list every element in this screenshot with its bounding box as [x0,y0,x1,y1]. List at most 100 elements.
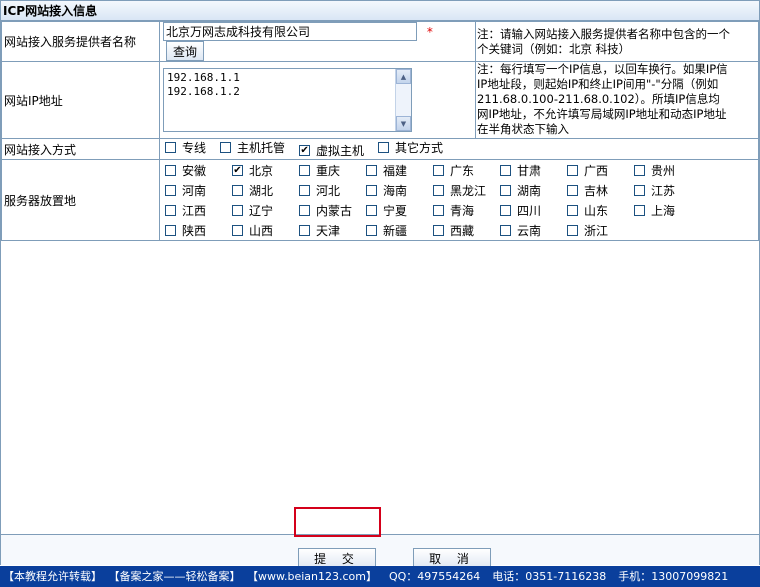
access-method-option[interactable]: ✔ 虚拟主机 [299,142,364,159]
checkbox[interactable] [366,204,377,216]
cancel-button[interactable]: 取 消 [413,548,491,568]
province-option[interactable]: ✔ 北京 [232,162,299,179]
province-option[interactable]: 吉林 [567,182,634,199]
query-button[interactable]: 查询 [166,41,205,61]
province-option[interactable]: 天津 [299,222,366,239]
checkbox-label: 虚拟主机 [316,144,365,158]
checkbox[interactable] [165,224,176,236]
ip-label: 网站IP地址 [1,61,160,139]
province-option[interactable]: 新疆 [366,222,433,239]
checkbox-checked[interactable]: ✔ [299,145,311,156]
checkbox-label: 天津 [316,223,341,238]
icp-form-table: 网站接入服务提供者名称 * 查询 注：请输入网站接入服务提供者名称中包含的一个 … [1,21,759,241]
province-option[interactable]: 青海 [433,202,500,219]
checkbox[interactable] [299,184,310,196]
province-option[interactable]: 内蒙古 [299,202,366,219]
ip-note-line: 211.68.0.100-211.68.0.102）。所填IP信息均 [477,92,720,106]
checkbox-label: 新疆 [383,223,408,238]
province-option[interactable]: 宁夏 [366,202,433,219]
province-option[interactable]: 广东 [433,162,500,179]
ip-note-line: IP地址段，则起始IP和终止IP间用"-"分隔（例如 [477,77,719,91]
province-option[interactable]: 西藏 [433,222,500,239]
province-option[interactable]: 浙江 [567,222,634,239]
province-option[interactable]: 广西 [567,162,634,179]
checkbox[interactable] [500,184,511,196]
province-option[interactable]: 海南 [366,182,433,199]
province-option[interactable]: 辽宁 [232,202,299,219]
checkbox[interactable] [378,142,390,153]
checkbox[interactable] [165,142,176,153]
province-option[interactable]: 湖北 [232,182,299,199]
checkbox[interactable] [567,224,578,236]
checkbox[interactable] [299,204,310,216]
checkbox[interactable] [220,142,232,153]
checkbox[interactable] [433,224,444,236]
checkbox[interactable] [567,184,578,196]
province-option[interactable]: 山西 [232,222,299,239]
checkbox[interactable] [433,204,444,216]
checkbox[interactable] [232,204,243,216]
province-option[interactable]: 江西 [165,202,232,219]
province-option[interactable]: 山东 [567,202,634,219]
footer-item: 手机：13007099821 [618,570,729,583]
access-method-option[interactable]: 专线 [165,139,206,156]
provider-name-input[interactable] [163,22,417,41]
action-bar: 提 交 取 消 [1,534,759,568]
province-option[interactable]: 重庆 [299,162,366,179]
submit-button[interactable]: 提 交 [298,548,376,568]
province-option[interactable]: 福建 [366,162,433,179]
province-option[interactable]: 陕西 [165,222,232,239]
access-method-option[interactable]: 主机托管 [220,139,285,156]
province-option[interactable]: 江苏 [634,182,701,199]
checkbox-label: 湖北 [249,183,274,198]
checkbox-label: 北京 [249,163,274,178]
checkbox-checked[interactable]: ✔ [232,164,243,176]
checkbox[interactable] [567,204,578,216]
ip-address-textarea[interactable] [164,69,394,129]
check-icon: ✔ [300,145,309,156]
checkbox[interactable] [634,184,645,196]
checkbox[interactable] [500,204,511,216]
province-option[interactable]: 贵州 [634,162,701,179]
access-method-option[interactable]: 其它方式 [378,139,443,156]
scroll-down-icon[interactable]: ▼ [396,116,411,131]
province-option[interactable]: 甘肃 [500,162,567,179]
checkbox-label: 甘肃 [517,163,542,178]
checkbox[interactable] [232,224,243,236]
checkbox[interactable] [366,184,377,196]
ip-textarea-wrap: ▲ ▼ [163,68,412,132]
scroll-up-icon[interactable]: ▲ [396,69,411,84]
province-option[interactable]: 上海 [634,202,701,219]
checkbox[interactable] [433,184,444,196]
provider-note-line: 注：请输入网站接入服务提供者名称中包含的一个 [477,26,730,41]
checkbox[interactable] [433,164,444,176]
footer-bar: 【本教程允许转载】 【备案之家——轻松备案】 【www.beian123.com】 Q… [0,566,760,587]
ip-note-line: 在半角状态下输入 [477,122,569,136]
province-option[interactable]: 河北 [299,182,366,199]
province-option[interactable]: 安徽 [165,162,232,179]
checkbox[interactable] [165,164,176,176]
ip-note-line: 网IP地址，不允许填写局域网IP地址和动态IP地址 [477,107,727,121]
checkbox-label: 上海 [651,203,676,218]
checkbox-label: 山东 [584,203,609,218]
checkbox[interactable] [567,164,578,176]
checkbox[interactable] [299,224,310,236]
province-option[interactable]: 黑龙江 [433,182,500,199]
ip-scrollbar[interactable]: ▲ ▼ [395,69,411,131]
checkbox[interactable] [500,224,511,236]
checkbox[interactable] [165,184,176,196]
checkbox[interactable] [232,184,243,196]
checkbox-label: 广东 [450,163,475,178]
checkbox[interactable] [500,164,511,176]
checkbox[interactable] [299,164,310,176]
checkbox[interactable] [634,164,645,176]
province-option[interactable]: 四川 [500,202,567,219]
checkbox[interactable] [366,164,377,176]
province-option[interactable]: 湖南 [500,182,567,199]
checkbox[interactable] [366,224,377,236]
province-option[interactable]: 河南 [165,182,232,199]
checkbox-label: 浙江 [584,223,609,238]
province-option[interactable]: 云南 [500,222,567,239]
checkbox[interactable] [165,204,176,216]
checkbox[interactable] [634,204,645,216]
